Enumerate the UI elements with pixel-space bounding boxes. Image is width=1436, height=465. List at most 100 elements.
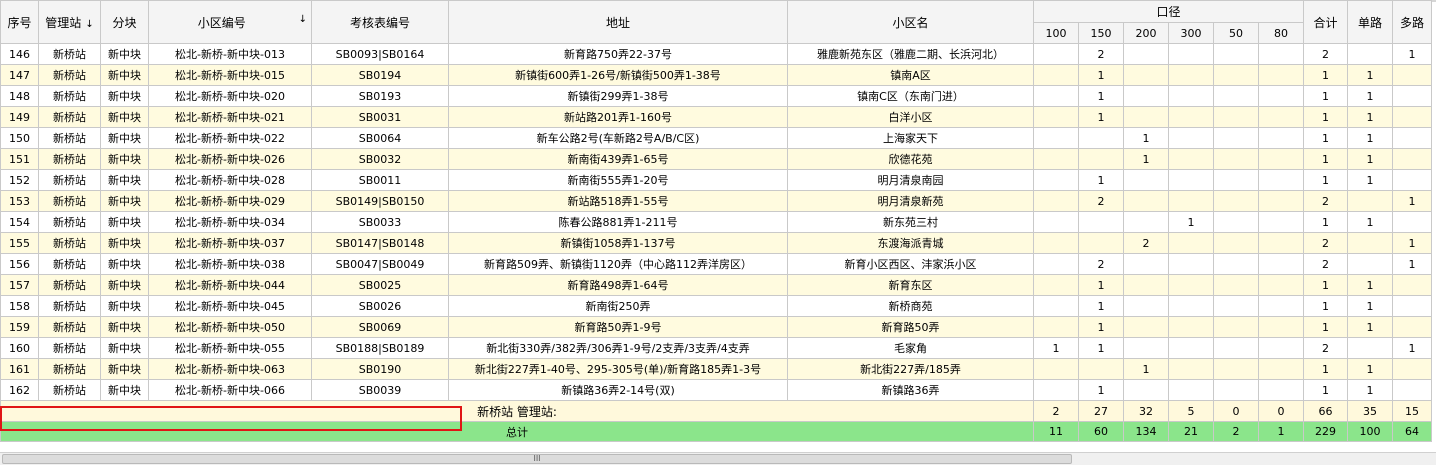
cell-community-name: 毛家角 [787,337,1034,359]
cell-d50 [1213,379,1259,401]
subtotal-d50: 0 [1213,400,1259,422]
col-header-diameter-group: 口径 [1033,0,1304,23]
cell-community-name: 新北街227弄/185弄 [787,358,1034,380]
cell-single: 1 [1347,85,1393,107]
col-header-d50[interactable]: 50 [1213,22,1259,44]
col-header-station[interactable]: 管理站 ↓ [38,0,101,44]
horizontal-scrollbar[interactable]: III [0,452,1436,465]
cell-multi: 1 [1392,43,1432,65]
cell-d50 [1213,274,1259,296]
col-header-d150[interactable]: 150 [1078,22,1124,44]
table-row[interactable]: 154 新桥站 新中块 松北-新桥-新中块-034 SB0033 陈春公路881弄1-21… [0,211,1432,233]
col-header-community-code[interactable]: 小区编号 ↓ [148,0,312,44]
cell-community-code: 松北-新桥-新中块-013 [148,43,312,65]
col-header-seq[interactable]: 序号 [0,0,39,44]
cell-d50 [1213,316,1259,338]
cell-block: 新中块 [100,358,149,380]
col-header-multi[interactable]: 多路 [1392,0,1432,44]
col-header-community-name[interactable]: 小区名 [787,0,1034,44]
cell-single [1347,43,1393,65]
cell-station: 新桥站 [38,127,101,149]
scrollbar-thumb[interactable]: III [2,454,1072,464]
cell-community-code: 松北-新桥-新中块-034 [148,211,312,233]
table-row[interactable]: 152 新桥站 新中块 松北-新桥-新中块-028 SB0011 新南街555弄1-20号… [0,169,1432,191]
cell-d300 [1168,43,1214,65]
cell-d50 [1213,169,1259,191]
cell-d100: 1 [1033,337,1079,359]
cell-d50 [1213,337,1259,359]
cell-community-name: 白洋小区 [787,106,1034,128]
cell-d300 [1168,274,1214,296]
cell-d300 [1168,295,1214,317]
cell-community-name: 雅鹿新苑东区（雅鹿二期、长浜河北） [787,43,1034,65]
cell-address: 新镇街299弄1-38号 [448,85,788,107]
cell-address: 新育路498弄1-64号 [448,274,788,296]
cell-d50 [1213,148,1259,170]
cell-d100 [1033,85,1079,107]
table-row[interactable]: 147 新桥站 新中块 松北-新桥-新中块-015 SB0194 新镇街600弄1-26号… [0,64,1432,86]
table-row[interactable]: 151 新桥站 新中块 松北-新桥-新中块-026 SB0032 新南街439弄1-65号… [0,148,1432,170]
cell-address: 新车公路2号(车新路2号A/B/C区) [448,127,788,149]
cell-single: 1 [1347,106,1393,128]
cell-multi [1392,64,1432,86]
table-row[interactable]: 150 新桥站 新中块 松北-新桥-新中块-022 SB0064 新车公路2号(车新路2号… [0,127,1432,149]
cell-multi [1392,295,1432,317]
cell-multi [1392,211,1432,233]
cell-total: 2 [1303,43,1348,65]
grand-total-row[interactable]: 总计 11 60 134 21 2 1 229 100 64 [0,421,1432,442]
scrollbar-grip-icon: III [533,454,541,463]
col-header-single[interactable]: 单路 [1347,0,1393,44]
table-row[interactable]: 146 新桥站 新中块 松北-新桥-新中块-013 SB0093|SB0164 新育路75… [0,43,1432,65]
cell-station: 新桥站 [38,85,101,107]
cell-station: 新桥站 [38,64,101,86]
col-header-d80[interactable]: 80 [1258,22,1304,44]
cell-d50 [1213,190,1259,212]
cell-station: 新桥站 [38,169,101,191]
cell-d80 [1258,106,1304,128]
cell-seq: 147 [0,64,39,86]
cell-multi [1392,85,1432,107]
col-header-d300[interactable]: 300 [1168,22,1214,44]
cell-block: 新中块 [100,253,149,275]
col-header-d100[interactable]: 100 [1033,22,1079,44]
table-row[interactable]: 156 新桥站 新中块 松北-新桥-新中块-038 SB0047|SB0049 新育路50… [0,253,1432,275]
col-header-address[interactable]: 地址 [448,0,788,44]
cell-seq: 159 [0,316,39,338]
cell-community-code: 松北-新桥-新中块-038 [148,253,312,275]
table-row[interactable]: 159 新桥站 新中块 松北-新桥-新中块-050 SB0069 新育路50弄1-9号 新育… [0,316,1432,338]
cell-meter-code: SB0194 [311,64,449,86]
grid-body: 146 新桥站 新中块 松北-新桥-新中块-013 SB0093|SB0164 新育路75… [0,43,1432,442]
cell-community-name: 镇南C区（东南门进） [787,85,1034,107]
table-row[interactable]: 155 新桥站 新中块 松北-新桥-新中块-037 SB0147|SB0148 新镇街10… [0,232,1432,254]
cell-block: 新中块 [100,106,149,128]
cell-d300 [1168,106,1214,128]
col-header-meter-code[interactable]: 考核表编号 [311,0,449,44]
col-header-total[interactable]: 合计 [1303,0,1348,44]
grand-total-d200: 134 [1123,421,1169,442]
table-row[interactable]: 161 新桥站 新中块 松北-新桥-新中块-063 SB0190 新北街227弄1-40号… [0,358,1432,380]
cell-single: 1 [1347,64,1393,86]
cell-d100 [1033,106,1079,128]
col-header-block[interactable]: 分块 [100,0,149,44]
cell-d80 [1258,358,1304,380]
table-row[interactable]: 153 新桥站 新中块 松北-新桥-新中块-029 SB0149|SB0150 新站路51… [0,190,1432,212]
cell-meter-code: SB0033 [311,211,449,233]
table-row[interactable]: 160 新桥站 新中块 松北-新桥-新中块-055 SB0188|SB0189 新北街33… [0,337,1432,359]
cell-address: 新南街250弄 [448,295,788,317]
table-row[interactable]: 157 新桥站 新中块 松北-新桥-新中块-044 SB0025 新育路498弄1-64号… [0,274,1432,296]
cell-community-name: 新育小区西区、沣家浜小区 [787,253,1034,275]
col-header-d200[interactable]: 200 [1123,22,1169,44]
cell-station: 新桥站 [38,190,101,212]
cell-block: 新中块 [100,211,149,233]
cell-meter-code: SB0047|SB0049 [311,253,449,275]
table-row[interactable]: 162 新桥站 新中块 松北-新桥-新中块-066 SB0039 新镇路36弄2-14号(… [0,379,1432,401]
grand-total-label: 总计 [0,421,1034,442]
cell-community-code: 松北-新桥-新中块-026 [148,148,312,170]
cell-d200: 1 [1123,148,1169,170]
cell-d100 [1033,64,1079,86]
subtotal-row[interactable]: 新桥站 管理站: 2 27 32 5 0 0 66 35 15 [0,400,1432,422]
table-row[interactable]: 158 新桥站 新中块 松北-新桥-新中块-045 SB0026 新南街250弄 新桥商苑 1… [0,295,1432,317]
table-row[interactable]: 149 新桥站 新中块 松北-新桥-新中块-021 SB0031 新站路201弄1-160… [0,106,1432,128]
cell-d80 [1258,43,1304,65]
table-row[interactable]: 148 新桥站 新中块 松北-新桥-新中块-020 SB0193 新镇街299弄1-38号… [0,85,1432,107]
